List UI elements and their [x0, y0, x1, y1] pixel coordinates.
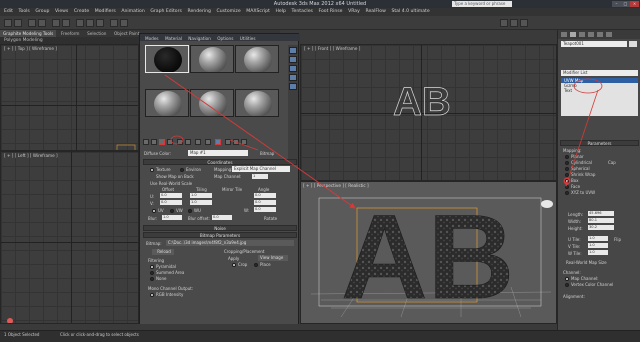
annotation-arrows — [164, 74, 603, 209]
arrow-material-to-object — [164, 74, 356, 209]
prompt-status: Click or click-and-drag to select object… — [60, 332, 139, 337]
status-bar: 1 Object Selected Click or click-and-dra… — [0, 330, 640, 342]
arrow-uvw-to-box — [564, 89, 599, 187]
selection-status: 1 Object Selected — [4, 332, 40, 337]
highlight-assign-icon — [170, 135, 184, 145]
arrow-show-in-viewport — [229, 139, 259, 151]
highlight-uvw-map — [573, 78, 603, 94]
